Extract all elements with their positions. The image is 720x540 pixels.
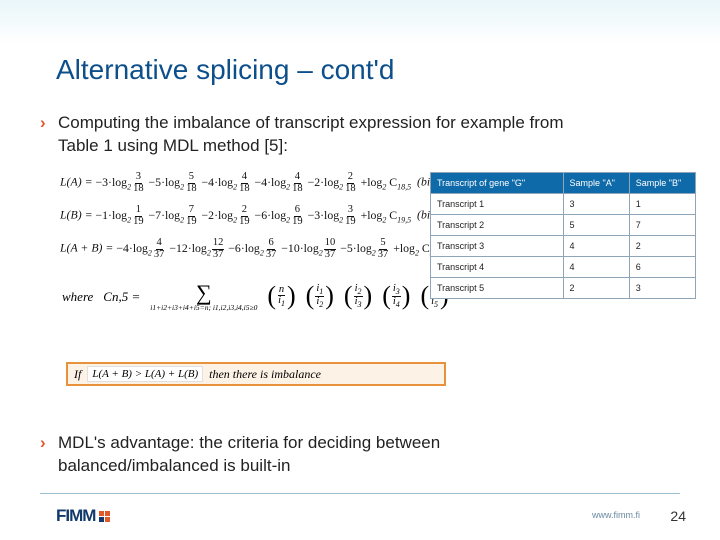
sum-limits: i1+i2+i3+i4+i5=n; i1,i2,i3,i4,i5≥0 [150, 304, 257, 312]
th-transcript: Transcript of gene "G" [431, 173, 564, 194]
multinomial-term-2: (i1i2) [306, 284, 334, 309]
cond-inequality: L(A + B) > L(A) + L(B) [87, 366, 203, 382]
logo-text: FIMM [56, 506, 95, 526]
where-label: where [62, 289, 93, 305]
cell-a: 2 [563, 278, 629, 299]
slide: Alternative splicing – cont'd › Computin… [0, 0, 720, 540]
table-row: Transcript 1 3 1 [431, 194, 696, 215]
cell-a: 4 [563, 236, 629, 257]
cond-if: If [74, 367, 81, 382]
cell-a: 3 [563, 194, 629, 215]
chevron-right-icon: › [40, 432, 52, 478]
table-row: Transcript 2 5 7 [431, 215, 696, 236]
cell-a: 5 [563, 215, 629, 236]
cell-b: 1 [629, 194, 695, 215]
table-row: Transcript 4 4 6 [431, 257, 696, 278]
th-sample-b: Sample "B" [629, 173, 695, 194]
formula-LA-lhs: L(A) = [60, 175, 93, 189]
cn5-label: Cn,5 = [103, 289, 140, 305]
bullet-2-text: MDL's advantage: the criteria for decidi… [58, 432, 578, 478]
cell-name: Transcript 2 [431, 215, 564, 236]
formula-LA: L(A) = −3·log2318 −5·log2518 −4·log2418 … [60, 172, 442, 194]
cell-b: 6 [629, 257, 695, 278]
formula-LAB: L(A + B) = −4·log2437 −12·log21237 −6·lo… [60, 238, 475, 260]
table-header-row: Transcript of gene "G" Sample "A" Sample… [431, 173, 696, 194]
cell-name: Transcript 5 [431, 278, 564, 299]
bullet-1: › Computing the imbalance of transcript … [40, 112, 578, 158]
condition-box: If L(A + B) > L(A) + L(B) then there is … [66, 362, 446, 386]
bullet-2: › MDL's advantage: the criteria for deci… [40, 432, 578, 478]
cell-b: 2 [629, 236, 695, 257]
footer-url: www.fimm.fi [592, 510, 640, 520]
slide-title: Alternative splicing – cont'd [56, 54, 394, 86]
cell-name: Transcript 1 [431, 194, 564, 215]
multinomial-term-3: (i2i3) [344, 284, 372, 309]
bullet-1-text: Computing the imbalance of transcript ex… [58, 112, 578, 158]
formula-LB: L(B) = −1·log2119 −7·log2719 −2·log2219 … [60, 205, 442, 227]
multinomial-term-4: (i3i4) [382, 284, 410, 309]
table-row: Transcript 5 2 3 [431, 278, 696, 299]
page-number: 24 [670, 508, 686, 524]
multinomial-term-1: (ni1) [267, 285, 295, 309]
chevron-right-icon: › [40, 112, 52, 158]
footer-rule [40, 493, 680, 494]
cond-then: then there is imbalance [209, 367, 321, 382]
top-gradient-band [0, 0, 720, 44]
th-sample-a: Sample "A" [563, 173, 629, 194]
cell-b: 7 [629, 215, 695, 236]
fimm-logo: FIMM [56, 506, 110, 526]
logo-dots-icon [99, 511, 110, 522]
formula-LB-lhs: L(B) = [60, 208, 93, 222]
cell-a: 4 [563, 257, 629, 278]
cell-name: Transcript 4 [431, 257, 564, 278]
formula-LAB-lhs: L(A + B) = [60, 241, 113, 255]
table-row: Transcript 3 4 2 [431, 236, 696, 257]
cell-b: 3 [629, 278, 695, 299]
transcript-table: Transcript of gene "G" Sample "A" Sample… [430, 172, 696, 299]
sigma-icon: ∑ i1+i2+i3+i4+i5=n; i1,i2,i3,i4,i5≥0 [150, 282, 257, 312]
cell-name: Transcript 3 [431, 236, 564, 257]
formula-where: where Cn,5 = ∑ i1+i2+i3+i4+i5=n; i1,i2,i… [62, 282, 449, 312]
